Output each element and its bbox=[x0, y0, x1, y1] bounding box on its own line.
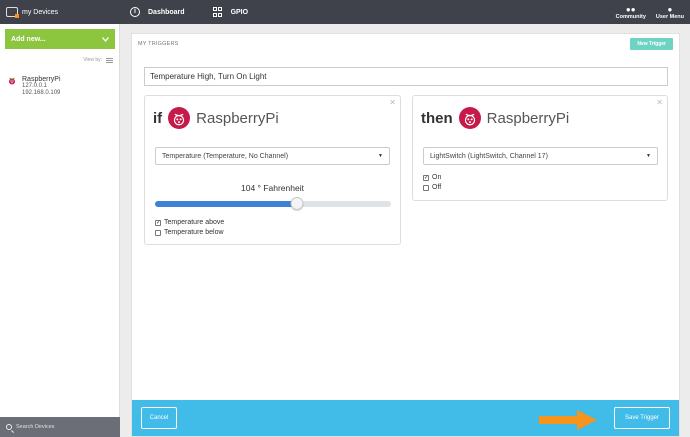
if-keyword: if bbox=[153, 109, 163, 127]
view-by-label: View by: bbox=[83, 57, 102, 63]
slider-fill bbox=[155, 201, 297, 207]
temperature-value: 104 ° Fahrenheit bbox=[241, 183, 304, 193]
sensor-select-value: Temperature (Temperature, No Channel) bbox=[162, 152, 289, 160]
close-icon[interactable]: ✕ bbox=[656, 98, 663, 107]
then-keyword: then bbox=[421, 109, 453, 127]
if-condition-card: ✕ if RaspberryPi Temperature (Temperatur… bbox=[144, 95, 401, 245]
sidebar: Add new... View by: RaspberryPi 127.0.0.… bbox=[0, 24, 120, 437]
list-view-icon bbox=[106, 57, 113, 63]
actuator-select-value: LightSwitch (LightSwitch, Channel 17) bbox=[430, 152, 548, 160]
checkbox-checked-icon[interactable]: ✓ bbox=[155, 220, 161, 226]
search-devices-input[interactable]: Search Devices bbox=[0, 417, 120, 437]
device-ip-lan: 192.168.0.109 bbox=[22, 90, 61, 96]
main-header: MY TRIGGERS New Trigger bbox=[132, 34, 679, 54]
search-icon bbox=[6, 424, 12, 430]
arrow-right-icon bbox=[539, 410, 597, 430]
new-trigger-button[interactable]: New Trigger bbox=[630, 38, 673, 50]
search-placeholder: Search Devices bbox=[16, 424, 55, 430]
if-device-brand: RaspberryPi bbox=[196, 109, 279, 127]
nav-dashboard[interactable]: i Dashboard bbox=[130, 7, 199, 17]
option-label: On bbox=[432, 174, 442, 181]
raspberry-pi-icon bbox=[458, 107, 481, 129]
brand[interactable]: my Devices bbox=[0, 0, 130, 24]
save-trigger-button[interactable]: Save Trigger bbox=[614, 407, 670, 429]
add-new-button[interactable]: Add new... bbox=[5, 29, 115, 49]
editor-footer: Cancel Save Trigger bbox=[132, 400, 679, 436]
close-icon[interactable]: ✕ bbox=[389, 98, 396, 107]
chat-bubbles-icon: ●● bbox=[625, 4, 636, 14]
cancel-button[interactable]: Cancel bbox=[141, 407, 177, 429]
option-temperature-below[interactable]: Temperature below bbox=[155, 228, 224, 238]
nav-dashboard-label: Dashboard bbox=[148, 8, 185, 16]
checkbox-unchecked-icon[interactable] bbox=[155, 230, 161, 236]
section-title: MY TRIGGERS bbox=[138, 41, 179, 47]
if-options: ✓ Temperature above Temperature below bbox=[155, 218, 224, 238]
option-label: Off bbox=[432, 184, 442, 191]
slider-handle[interactable] bbox=[290, 197, 304, 210]
checkbox-checked-icon[interactable]: ✓ bbox=[423, 175, 429, 181]
nav-gpio[interactable]: GPIO bbox=[199, 7, 263, 17]
user-menu-label: User Menu bbox=[655, 13, 684, 20]
then-action-card: ✕ then RaspberryPi LightSwitch (LightSwi… bbox=[412, 95, 668, 201]
grid-icon bbox=[212, 7, 223, 17]
chevron-down-icon bbox=[102, 36, 109, 42]
raspberry-pi-icon bbox=[168, 107, 191, 129]
user-menu-button[interactable]: ● User Menu bbox=[656, 0, 684, 24]
then-card-header: then RaspberryPi bbox=[421, 107, 569, 129]
nav-gpio-label: GPIO bbox=[230, 8, 249, 16]
device-name: RaspberryPi bbox=[22, 76, 61, 83]
option-off[interactable]: Off bbox=[423, 183, 441, 193]
option-temperature-above[interactable]: ✓ Temperature above bbox=[155, 218, 224, 228]
checkbox-unchecked-icon[interactable] bbox=[423, 185, 429, 191]
device-ip-local: 127.0.0.1 bbox=[22, 83, 48, 89]
option-on[interactable]: ✓ On bbox=[423, 173, 441, 183]
trigger-editor: MY TRIGGERS New Trigger ✕ if RaspberryPi… bbox=[131, 33, 680, 437]
caret-down-icon: ▼ bbox=[378, 153, 383, 159]
option-label: Temperature below bbox=[164, 229, 224, 236]
raspberry-pi-icon bbox=[9, 77, 15, 85]
brand-name: my Devices bbox=[22, 8, 59, 16]
actuator-select[interactable]: LightSwitch (LightSwitch, Channel 17) ▼ bbox=[423, 147, 658, 165]
caret-down-icon: ▼ bbox=[646, 153, 651, 159]
community-button[interactable]: ●● Community bbox=[616, 0, 646, 24]
sensor-select[interactable]: Temperature (Temperature, No Channel) ▼ bbox=[155, 147, 390, 165]
if-card-header: if RaspberryPi bbox=[153, 107, 279, 129]
info-icon: i bbox=[130, 7, 140, 17]
sidebar-device-raspberrypi[interactable]: RaspberryPi 127.0.0.1 192.168.0.109 bbox=[8, 76, 61, 97]
top-right-menu: ●● Community ● User Menu bbox=[616, 0, 684, 24]
then-options: ✓ On Off bbox=[423, 173, 441, 193]
then-device-brand: RaspberryPi bbox=[486, 109, 570, 127]
view-by-toggle[interactable]: View by: bbox=[83, 57, 113, 63]
temperature-slider[interactable] bbox=[155, 197, 391, 210]
community-label: Community bbox=[615, 13, 646, 20]
option-label: Temperature above bbox=[164, 219, 225, 226]
mydevices-logo-icon bbox=[6, 7, 19, 18]
top-nav: i Dashboard GPIO bbox=[130, 0, 262, 24]
user-icon: ● bbox=[667, 4, 673, 14]
top-bar: my Devices i Dashboard GPIO ●● Community… bbox=[0, 0, 690, 24]
add-new-label: Add new... bbox=[11, 35, 46, 43]
trigger-name-input[interactable] bbox=[144, 67, 668, 86]
